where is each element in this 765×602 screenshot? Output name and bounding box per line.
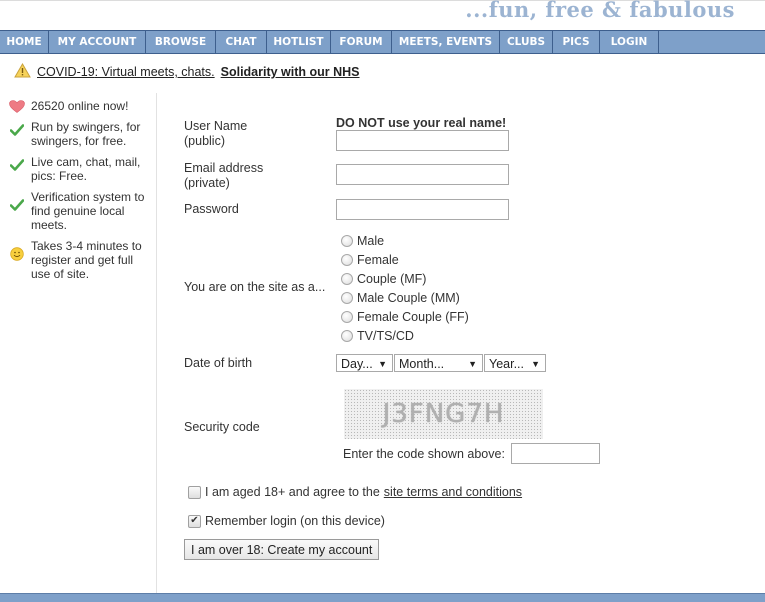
captcha-image: J3FNG7H xyxy=(344,389,543,439)
nav-meets-events[interactable]: MEETS, EVENTS xyxy=(392,31,500,53)
terms-link[interactable]: site terms and conditions xyxy=(384,485,522,499)
radio-button[interactable] xyxy=(341,235,353,247)
smiley-icon xyxy=(9,239,25,281)
sidebar-item-takes: Takes 3-4 minutes to register and get fu… xyxy=(9,239,149,281)
remember-row: ✔ Remember login (on this device) xyxy=(188,514,385,528)
radio-couple-mf[interactable]: Couple (MF) xyxy=(341,272,426,286)
nav-clubs[interactable]: CLUBS xyxy=(500,31,553,53)
username-label: User Name (public) xyxy=(184,119,248,148)
dropdown-arrow-icon: ▼ xyxy=(378,359,387,369)
terms-row: I am aged 18+ and agree to the site term… xyxy=(188,485,522,499)
nav-forum[interactable]: FORUM xyxy=(331,31,392,53)
gender-label: You are on the site as a... xyxy=(184,280,326,294)
dob-day-select[interactable]: Day... ▼ xyxy=(336,354,393,372)
email-input[interactable] xyxy=(336,164,509,185)
radio-male[interactable]: Male xyxy=(341,234,384,248)
nav-pics[interactable]: PICS xyxy=(553,31,600,53)
dropdown-arrow-icon: ▼ xyxy=(468,359,477,369)
captcha-prompt: Enter the code shown above: xyxy=(343,447,505,461)
site-tagline: ...fun, free & fabulous xyxy=(465,0,735,22)
radio-button[interactable] xyxy=(341,273,353,285)
check-icon xyxy=(9,155,25,183)
radio-female-couple[interactable]: Female Couple (FF) xyxy=(341,310,469,324)
radio-button[interactable] xyxy=(341,330,353,342)
dob-month-select[interactable]: Month... ▼ xyxy=(394,354,483,372)
main-nav: HOME MY ACCOUNT BROWSE CHAT HOTLIST FORU… xyxy=(0,30,765,54)
covid-link[interactable]: COVID-19: Virtual meets, chats. xyxy=(37,65,215,79)
password-label: Password xyxy=(184,202,239,216)
radio-button[interactable] xyxy=(341,292,353,304)
warning-icon xyxy=(14,62,31,81)
remember-checkbox[interactable]: ✔ xyxy=(188,514,201,528)
dob-year-select[interactable]: Year... ▼ xyxy=(484,354,546,372)
username-input[interactable] xyxy=(336,130,509,151)
sidebar-item-free: Live cam, chat, mail, pics: Free. xyxy=(9,155,149,183)
nav-login[interactable]: LOGIN xyxy=(600,31,659,53)
radio-button[interactable] xyxy=(341,311,353,323)
nav-home[interactable]: HOME xyxy=(0,31,49,53)
captcha-input[interactable] xyxy=(511,443,600,464)
radio-female[interactable]: Female xyxy=(341,253,399,267)
email-label: Email address (private) xyxy=(184,161,264,190)
dropdown-arrow-icon: ▼ xyxy=(531,359,540,369)
sidebar-item-online: 26520 online now! xyxy=(9,99,149,113)
sidebar-item-verification: Verification system to find genuine loca… xyxy=(9,190,149,232)
sidebar-divider xyxy=(156,93,157,593)
nav-browse[interactable]: BROWSE xyxy=(146,31,216,53)
check-icon xyxy=(9,190,25,232)
password-input[interactable] xyxy=(336,199,509,220)
heart-icon xyxy=(9,99,25,113)
nav-chat[interactable]: CHAT xyxy=(216,31,267,53)
username-hint: DO NOT use your real name! xyxy=(336,116,507,130)
create-account-button[interactable]: I am over 18: Create my account xyxy=(184,539,380,560)
dob-label: Date of birth xyxy=(184,356,253,370)
nav-my-account[interactable]: MY ACCOUNT xyxy=(49,31,146,53)
radio-male-couple[interactable]: Male Couple (MM) xyxy=(341,291,460,305)
sidebar-item-run-by: Run by swingers, for swingers, for free. xyxy=(9,120,149,148)
radio-button[interactable] xyxy=(341,254,353,266)
security-label: Security code xyxy=(184,420,260,434)
covid-notice: COVID-19: Virtual meets, chats. Solidari… xyxy=(14,62,360,81)
nhs-link[interactable]: Solidarity with our NHS xyxy=(221,65,360,79)
terms-checkbox[interactable] xyxy=(188,485,201,499)
check-icon xyxy=(9,120,25,148)
nav-hotlist[interactable]: HOTLIST xyxy=(267,31,331,53)
radio-tv-ts-cd[interactable]: TV/TS/CD xyxy=(341,329,414,343)
benefits-sidebar: 26520 online now! Run by swingers, for s… xyxy=(9,99,149,288)
